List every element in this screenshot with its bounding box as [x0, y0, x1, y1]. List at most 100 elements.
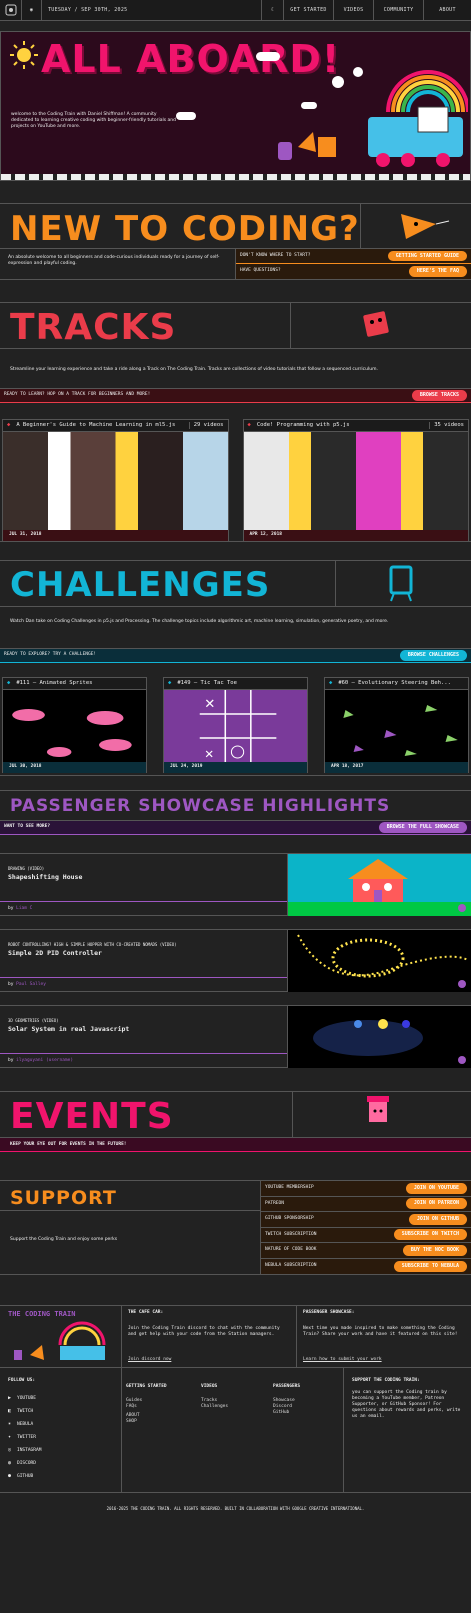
- twitter-link[interactable]: ✦ TWITTER: [8, 1431, 113, 1444]
- twitch-icon: ◧: [8, 1408, 12, 1415]
- instagram-link[interactable]: ◎ INSTAGRAM: [8, 1444, 113, 1457]
- github-link[interactable]: ● GITHUB: [8, 1470, 113, 1483]
- showcase-author[interactable]: Paul Salley: [16, 982, 46, 987]
- theme-toggle-icon[interactable]: ☾: [262, 0, 284, 20]
- events-illustration: [293, 1092, 471, 1137]
- questions-label: HAVE QUESTIONS?: [240, 268, 281, 274]
- showcase-context: ROBOT CONTROLLING? HIGH & SIMPLE HOPPER …: [8, 942, 177, 947]
- challenge-date: JUL 30, 2018: [3, 762, 146, 773]
- challenge-date: JUL 24, 2019: [164, 762, 307, 773]
- challenge-thumbnail-2: ✕✕: [164, 690, 307, 762]
- showcase-item-2[interactable]: ROBOT CONTROLLING? HIGH & SIMPLE HOPPER …: [0, 929, 471, 992]
- challenge-date: APR 18, 2017: [325, 762, 468, 773]
- footer-challenges-link[interactable]: Challenges: [201, 1404, 265, 1410]
- browse-showcase-button[interactable]: BROWSE THE FULL SHOWCASE: [378, 822, 467, 833]
- showcase-item-3[interactable]: 3D GEOMETRIES (VIDEO) Solar System in re…: [0, 1005, 471, 1068]
- nav-videos[interactable]: VIDEOS: [334, 0, 374, 20]
- support-button[interactable]: SUBSCRIBE ON TWITCH: [393, 1229, 467, 1241]
- railroad-track: [1, 174, 470, 180]
- cloud-icon-2: [176, 112, 196, 120]
- tracks-section: TRACKS Streamline your learning experien…: [0, 302, 471, 542]
- footer-github-link[interactable]: GitHub: [273, 1410, 339, 1416]
- submit-work-link[interactable]: Learn how to submit your work: [303, 1357, 382, 1363]
- faq-button[interactable]: HERE'S THE FAQ: [408, 266, 467, 277]
- copyright: 2016-2025 THE CODING TRAIN. ALL RIGHTS R…: [106, 1506, 365, 1511]
- tracks-illustration: [291, 303, 471, 348]
- footer-brand[interactable]: THE CODING TRAIN: [8, 1310, 113, 1319]
- svg-text:✕: ✕: [205, 746, 214, 762]
- train-illustration: [278, 67, 468, 167]
- challenge-title: #60 — Evolutionary Steering Beh...: [338, 679, 451, 686]
- support-button[interactable]: SUBSCRIBE TO NEBULA: [393, 1260, 467, 1272]
- by-label: by: [8, 1058, 14, 1063]
- support-title: SUPPORT: [0, 1181, 260, 1211]
- events-section: EVENTS KEEP YOUR EYE OUT FOR EVENTS IN T…: [0, 1092, 471, 1181]
- support-button[interactable]: JOIN ON GITHUB: [408, 1213, 467, 1225]
- hero-section: ALL ABOARD! welcome to the Coding Train …: [0, 31, 471, 181]
- tracks-title: TRACKS: [0, 303, 291, 348]
- browse-tracks-button[interactable]: BROWSE TRACKS: [411, 390, 467, 401]
- footer: THE CODING TRAIN THE CAFE CAR: Join the …: [0, 1305, 471, 1527]
- showcase-title: PASSENGER SHOWCASE HIGHLIGHTS: [0, 791, 471, 821]
- track-card[interactable]: ◆ A Beginner's Guide to Machine Learning …: [2, 419, 229, 541]
- events-cta: KEEP YOUR EYE OUT FOR EVENTS IN THE FUTU…: [0, 1138, 471, 1152]
- nav-about[interactable]: ABOUT: [424, 0, 471, 20]
- getting-started-heading: GETTING STARTED: [126, 1384, 167, 1389]
- getting-started-button[interactable]: GETTING STARTED GUIDE: [387, 250, 467, 262]
- youtube-link[interactable]: ▶ YOUTUBE: [8, 1392, 113, 1405]
- events-title: EVENTS: [0, 1092, 293, 1137]
- track-card-2[interactable]: ◆ Code! Programming with p5.js 35 videos A…: [242, 419, 469, 541]
- support-footer-text: you can support the Coding train by beco…: [352, 1390, 461, 1420]
- support-label: YOUTUBE MEMBERSHIP: [265, 1185, 314, 1191]
- globe-icon[interactable]: ◉: [22, 0, 42, 20]
- showcase-item-title: Shapeshifting House: [8, 873, 83, 882]
- showcase-context: DRAWING (VIDEO): [8, 866, 45, 871]
- svg-text:✕: ✕: [205, 693, 215, 712]
- showcase-section: PASSENGER SHOWCASE HIGHLIGHTS WANT TO SE…: [0, 790, 471, 1092]
- arrow-icon: ◆: [247, 421, 251, 428]
- showcase-item[interactable]: DRAWING (VIDEO) Shapeshifting House by L…: [0, 853, 471, 916]
- showcase-author[interactable]: ilyaguyani (username): [16, 1058, 73, 1063]
- follow-heading: FOLLOW US:: [8, 1378, 36, 1383]
- cafe-text: Join the Coding Train discord to chat wi…: [128, 1326, 280, 1338]
- support-footer-heading: SUPPORT THE CODING TRAIN:: [352, 1378, 420, 1383]
- challenges-title: CHALLENGES: [0, 561, 336, 606]
- challenges-section: CHALLENGES Watch Dan take on Coding Chal…: [0, 560, 471, 776]
- track-date: JUL 31, 2018: [3, 530, 228, 541]
- support-button[interactable]: JOIN ON YOUTUBE: [405, 1182, 467, 1194]
- discord-icon: ◍: [8, 1460, 12, 1467]
- showcase-thumbnail: [288, 854, 471, 916]
- challenge-card[interactable]: ◆ #111 — Animated Sprites JUL 30, 2018: [2, 677, 147, 773]
- challenge-thumbnail-3: [325, 690, 468, 762]
- showcase-author[interactable]: Liam C: [16, 906, 32, 911]
- top-nav: ◉ TUESDAY / SEP 30TH, 2025 ☾ GET STARTED…: [0, 0, 471, 21]
- cafe-heading: THE CAFE CAR:: [128, 1310, 164, 1315]
- footer-shop-link[interactable]: SHOP: [126, 1419, 193, 1425]
- challenges-illustration: [336, 561, 471, 606]
- support-button[interactable]: BUY THE NOC BOOK: [402, 1244, 467, 1256]
- track-title: A Beginner's Guide to Machine Learning i…: [16, 421, 176, 428]
- track-thumbnail-2: [243, 432, 468, 530]
- showcase-cta: WANT TO SEE MORE?: [4, 824, 51, 830]
- youtube-icon: ▶: [8, 1395, 12, 1402]
- challenges-cta: READY TO EXPLORE? TRY A CHALLENGE!: [4, 652, 97, 658]
- footer-faqs-link[interactable]: FAQs: [126, 1404, 193, 1410]
- showcase-item-title: Simple 2D PID Controller: [8, 949, 102, 958]
- discord-link[interactable]: ◍ DISCORD: [8, 1457, 113, 1470]
- support-button[interactable]: JOIN ON PATREON: [405, 1198, 467, 1210]
- challenge-card-2[interactable]: ◆ #149 — Tic Tac Toe ✕ ✕ JUL 24, 2019: [163, 677, 308, 773]
- join-discord-link[interactable]: Join discord now: [128, 1357, 171, 1363]
- track-count: 35 videos: [429, 421, 464, 430]
- arrow-icon: ◆: [7, 421, 11, 428]
- footer-train-illustration: [14, 1321, 106, 1360]
- browse-challenges-button[interactable]: BROWSE CHALLENGES: [399, 650, 467, 661]
- logo-icon[interactable]: [0, 0, 22, 20]
- challenge-card-3[interactable]: ◆ #60 — Evolutionary Steering Beh... APR …: [324, 677, 469, 773]
- tracks-text: Streamline your learning experience and …: [0, 349, 471, 389]
- nebula-link[interactable]: ✶ NEBULA: [8, 1418, 113, 1431]
- by-label: by: [8, 982, 14, 987]
- challenge-title: #111 — Animated Sprites: [16, 679, 93, 686]
- nav-get-started[interactable]: GET STARTED: [284, 0, 334, 20]
- nav-community[interactable]: COMMUNITY: [374, 0, 424, 20]
- twitch-link[interactable]: ◧ TWITCH: [8, 1405, 113, 1418]
